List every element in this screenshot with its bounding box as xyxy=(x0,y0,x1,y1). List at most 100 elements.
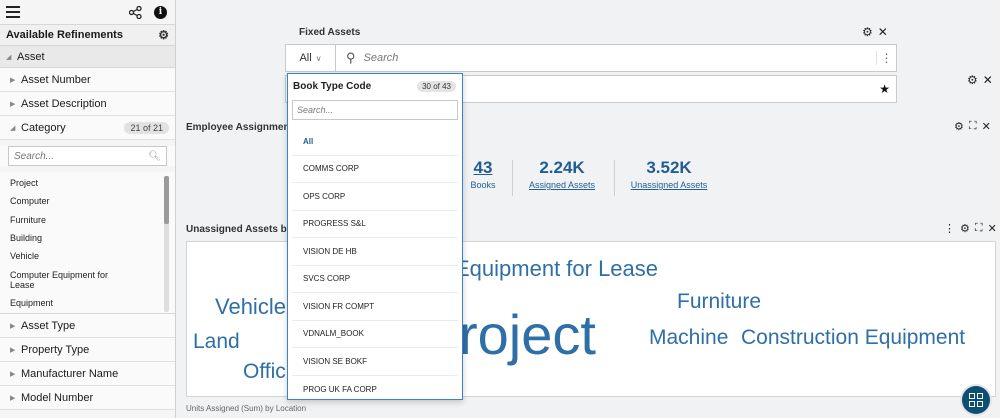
category-value-building[interactable]: Building xyxy=(10,233,120,243)
search-input[interactable]: Search xyxy=(364,52,399,64)
close-icon[interactable]: ✕ xyxy=(982,120,991,133)
share-icon[interactable] xyxy=(129,5,142,19)
expand-triangle-icon: ▶ xyxy=(10,370,16,378)
expand-icon[interactable]: ⛶ xyxy=(969,120,977,133)
category-value-equipment[interactable]: Equipment xyxy=(10,298,120,308)
panel-controls: ⚙ ✕ xyxy=(967,73,993,87)
word-vehicle[interactable]: Vehicle xyxy=(215,294,286,320)
unassigned-panel-controls: ⋮ ⚙ ⛶ ✕ xyxy=(944,222,997,235)
refinement-model-number[interactable]: ▶ Model Number xyxy=(0,386,175,410)
refinement-asset-type[interactable]: ▶ Asset Type xyxy=(0,314,175,338)
word-land[interactable]: Land xyxy=(193,330,240,354)
gear-icon[interactable]: ⚙ xyxy=(967,73,978,87)
close-icon[interactable]: ✕ xyxy=(988,222,997,235)
grid-icon xyxy=(969,393,983,407)
category-value-furniture[interactable]: Furniture xyxy=(10,215,120,225)
word-office[interactable]: Offic xyxy=(243,360,286,384)
dropdown-option[interactable]: OPS CORP xyxy=(292,183,458,211)
dashboard-grid-button[interactable] xyxy=(962,386,990,414)
group-asset-label: Asset xyxy=(17,50,45,63)
kpi-value: 3.52K xyxy=(646,158,692,177)
expand-icon[interactable]: ⛶ xyxy=(975,222,983,235)
kpi-divider xyxy=(512,160,513,196)
dropdown-option[interactable]: SVCS CORP xyxy=(292,266,458,293)
unassigned-assets-title: Unassigned Assets by xyxy=(186,224,293,235)
kpi-value: 43 xyxy=(473,158,493,177)
refinement-property-type[interactable]: ▶ Property Type xyxy=(0,338,175,362)
category-value-project[interactable]: Project xyxy=(10,178,120,188)
top-toolbar: i xyxy=(0,0,175,24)
word-furniture[interactable]: Furniture xyxy=(677,290,761,314)
category-value-vehicle[interactable]: Vehicle xyxy=(10,251,120,261)
dropdown-option[interactable]: COMMS CORP xyxy=(292,156,458,183)
word-construction-equipment[interactable]: Construction Equipment xyxy=(741,326,965,350)
more-options-icon[interactable]: ⋮ xyxy=(876,51,896,65)
kpi-unassigned-assets[interactable]: 3.52K Unassigned Assets xyxy=(624,158,714,190)
group-asset[interactable]: ◢ Asset xyxy=(0,46,175,68)
category-value-computer-equipment-lease[interactable]: Computer Equipment for Lease xyxy=(10,270,120,291)
next-section-title: Units Assigned (Sum) by Location xyxy=(186,404,307,413)
kpi-label: Assigned Assets xyxy=(528,180,596,190)
dropdown-option[interactable]: VISION SE BOKF xyxy=(292,348,458,376)
dropdown-option[interactable]: PROG UK FA CORP xyxy=(292,376,458,404)
kpi-label: Unassigned Assets xyxy=(630,180,708,190)
refinements-title: Available Refinements xyxy=(6,29,123,41)
refinement-label: Category xyxy=(21,121,66,134)
refinement-label: Asset Type xyxy=(21,319,76,332)
collapse-triangle-icon: ◢ xyxy=(6,53,12,61)
gear-icon[interactable]: ⚙ xyxy=(954,120,964,133)
category-value-computer[interactable]: Computer xyxy=(10,196,120,206)
dropdown-search-input[interactable]: Search... xyxy=(292,100,458,120)
kpi-books[interactable]: 43 Books xyxy=(458,158,508,190)
refinement-category[interactable]: ◢ Category 21 of 21 xyxy=(0,116,175,140)
kpi-assigned-assets[interactable]: 2.24K Assigned Assets xyxy=(522,158,602,190)
refinement-asset-number[interactable]: ▶ Asset Number xyxy=(0,68,175,92)
refinement-manufacturer-name[interactable]: ▶ Manufacturer Name xyxy=(0,362,175,386)
gear-icon[interactable]: ⚙ xyxy=(960,222,970,235)
more-options-icon[interactable]: ⋮ xyxy=(944,222,955,235)
kpi-divider xyxy=(614,160,615,196)
close-icon[interactable]: ✕ xyxy=(878,25,888,39)
dropdown-title: Book Type Code xyxy=(293,80,372,92)
scrollbar-thumb[interactable] xyxy=(164,176,169,224)
category-search-input[interactable]: Search... 🔍︎ xyxy=(8,146,167,166)
fixed-assets-controls: ⚙ ✕ xyxy=(862,25,888,39)
dropdown-count-badge: 30 of 43 xyxy=(417,80,456,92)
expand-triangle-icon: ▶ xyxy=(10,394,16,402)
category-value-list: Project Computer Furniture Building Vehi… xyxy=(0,172,175,314)
category-count-badge: 21 of 21 xyxy=(124,121,169,134)
search-icon: ⚲ xyxy=(346,50,356,65)
refinement-label: Model Number xyxy=(21,391,94,404)
refinement-label: Property Type xyxy=(21,343,90,356)
gear-icon[interactable]: ⚙ xyxy=(862,25,873,39)
employee-panel-controls: ⚙ ⛶ ✕ xyxy=(954,120,991,133)
book-type-selector[interactable]: All ∨ xyxy=(286,45,336,71)
dropdown-option[interactable]: PROGRESS S&L xyxy=(292,211,458,238)
close-icon[interactable]: ✕ xyxy=(983,73,993,87)
word-machine[interactable]: Machine xyxy=(649,326,728,350)
chevron-down-icon: ∨ xyxy=(315,53,322,63)
expand-triangle-icon: ▶ xyxy=(10,346,16,354)
refinement-label: Asset Number xyxy=(21,73,91,86)
dropdown-option[interactable]: VISION DE HB xyxy=(292,238,458,266)
dropdown-option[interactable]: VISION FR COMPT xyxy=(292,293,458,321)
collapse-triangle-icon: ◢ xyxy=(10,124,16,132)
fixed-assets-title: Fixed Assets xyxy=(299,27,361,38)
info-icon[interactable]: i xyxy=(154,5,167,19)
hamburger-menu-icon[interactable] xyxy=(6,6,20,18)
search-icon: 🔍︎ xyxy=(148,150,161,162)
category-search-placeholder: Search... xyxy=(14,150,55,162)
kpi-label: Books xyxy=(470,180,496,190)
dropdown-option[interactable]: All xyxy=(292,128,458,156)
refinement-asset-description[interactable]: ▶ Asset Description xyxy=(0,92,175,116)
word-equipment-for-lease[interactable]: Equipment for Lease xyxy=(455,256,658,282)
book-type-code-dropdown: Book Type Code 30 of 43 Search... All CO… xyxy=(287,73,463,400)
word-project[interactable]: roject xyxy=(459,302,596,367)
expand-triangle-icon: ▶ xyxy=(10,322,16,330)
refinement-label: Asset Description xyxy=(21,97,107,110)
gear-icon[interactable]: ⚙ xyxy=(158,28,169,42)
dropdown-option[interactable]: VDNALM_BOOK xyxy=(292,321,458,348)
star-icon[interactable]: ★ xyxy=(879,82,890,96)
dropdown-search-placeholder: Search... xyxy=(297,105,334,115)
employee-assignment-title: Employee Assignment xyxy=(186,122,293,133)
